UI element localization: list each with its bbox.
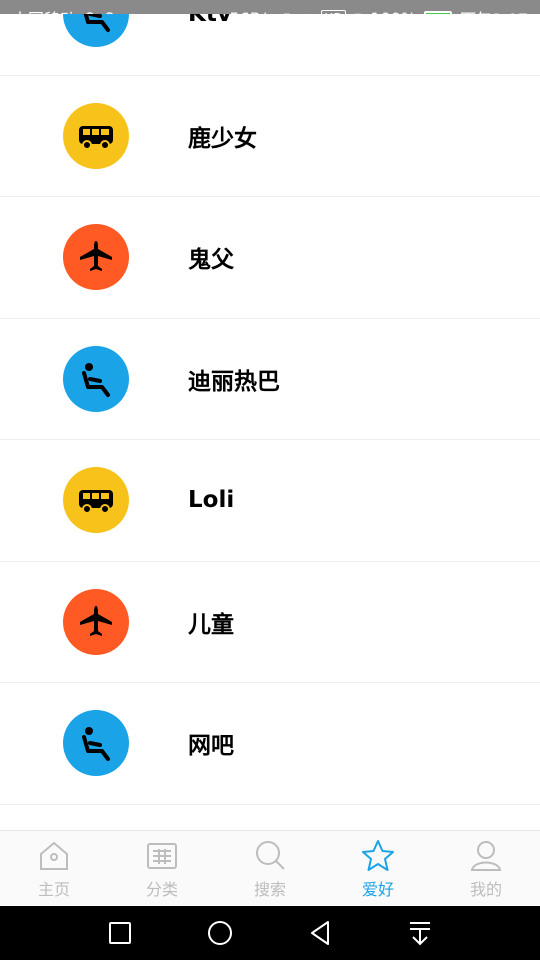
item-label: 儿童 bbox=[188, 611, 234, 638]
bus-icon bbox=[79, 490, 113, 515]
list-item[interactable]: 网吧 bbox=[0, 683, 540, 805]
category-list[interactable]: Ktv 鹿少女 鬼父 迪丽热巴 Loli 儿童 网吧 bbox=[0, 14, 540, 830]
item-icon-circle bbox=[63, 588, 129, 655]
tab-label: 爱好 bbox=[361, 879, 394, 899]
item-icon-circle bbox=[63, 14, 129, 48]
tab-home[interactable]: 主页 bbox=[0, 838, 108, 900]
tab-label: 我的 bbox=[469, 879, 502, 899]
home-icon bbox=[40, 841, 68, 870]
item-icon-circle bbox=[63, 710, 129, 777]
airplane-icon bbox=[80, 605, 112, 636]
item-label: Ktv bbox=[188, 14, 232, 28]
tab-label: 分类 bbox=[145, 879, 178, 899]
home-circle-icon[interactable] bbox=[205, 918, 235, 948]
tab-category[interactable]: 分类 bbox=[108, 838, 216, 900]
item-icon-circle bbox=[63, 345, 129, 412]
tab-label: 搜索 bbox=[253, 879, 286, 899]
item-icon-circle bbox=[63, 102, 129, 169]
tab-search[interactable]: 搜索 bbox=[216, 838, 324, 900]
list-item[interactable]: 鹿少女 bbox=[0, 75, 540, 197]
item-label: 鹿少女 bbox=[188, 125, 257, 152]
back-icon[interactable] bbox=[305, 918, 335, 948]
list-item[interactable]: Ktv bbox=[0, 14, 540, 76]
item-label: 鬼父 bbox=[188, 247, 234, 274]
seat-icon bbox=[82, 727, 110, 762]
system-nav-bar bbox=[0, 906, 540, 960]
list-item[interactable]: 鬼父 bbox=[0, 197, 540, 319]
item-label: 迪丽热巴 bbox=[188, 368, 280, 395]
seat-icon bbox=[82, 362, 110, 397]
seat-icon bbox=[83, 14, 110, 33]
bus-icon bbox=[79, 125, 113, 150]
tab-favorites[interactable]: 爱好 bbox=[324, 838, 432, 900]
recent-apps-icon[interactable] bbox=[105, 918, 135, 948]
search-icon bbox=[256, 840, 285, 870]
tab-profile[interactable]: 我的 bbox=[432, 838, 540, 900]
item-icon-circle bbox=[63, 224, 129, 291]
star-icon bbox=[362, 839, 394, 871]
item-label: 网吧 bbox=[188, 733, 234, 760]
list-item[interactable]: 儿童 bbox=[0, 561, 540, 683]
list-item[interactable]: 迪丽热巴 bbox=[0, 318, 540, 440]
item-icon-circle bbox=[63, 467, 129, 534]
bottom-tab-bar: 主页 分类 搜索 爱好 我的 bbox=[0, 830, 540, 906]
airplane-icon bbox=[80, 241, 112, 272]
grid-icon bbox=[147, 842, 177, 869]
user-icon bbox=[470, 840, 502, 871]
notification-pull-icon[interactable] bbox=[405, 918, 435, 948]
tab-label: 主页 bbox=[37, 879, 70, 899]
list-item[interactable]: Loli bbox=[0, 440, 540, 562]
item-label: Loli bbox=[188, 487, 235, 514]
